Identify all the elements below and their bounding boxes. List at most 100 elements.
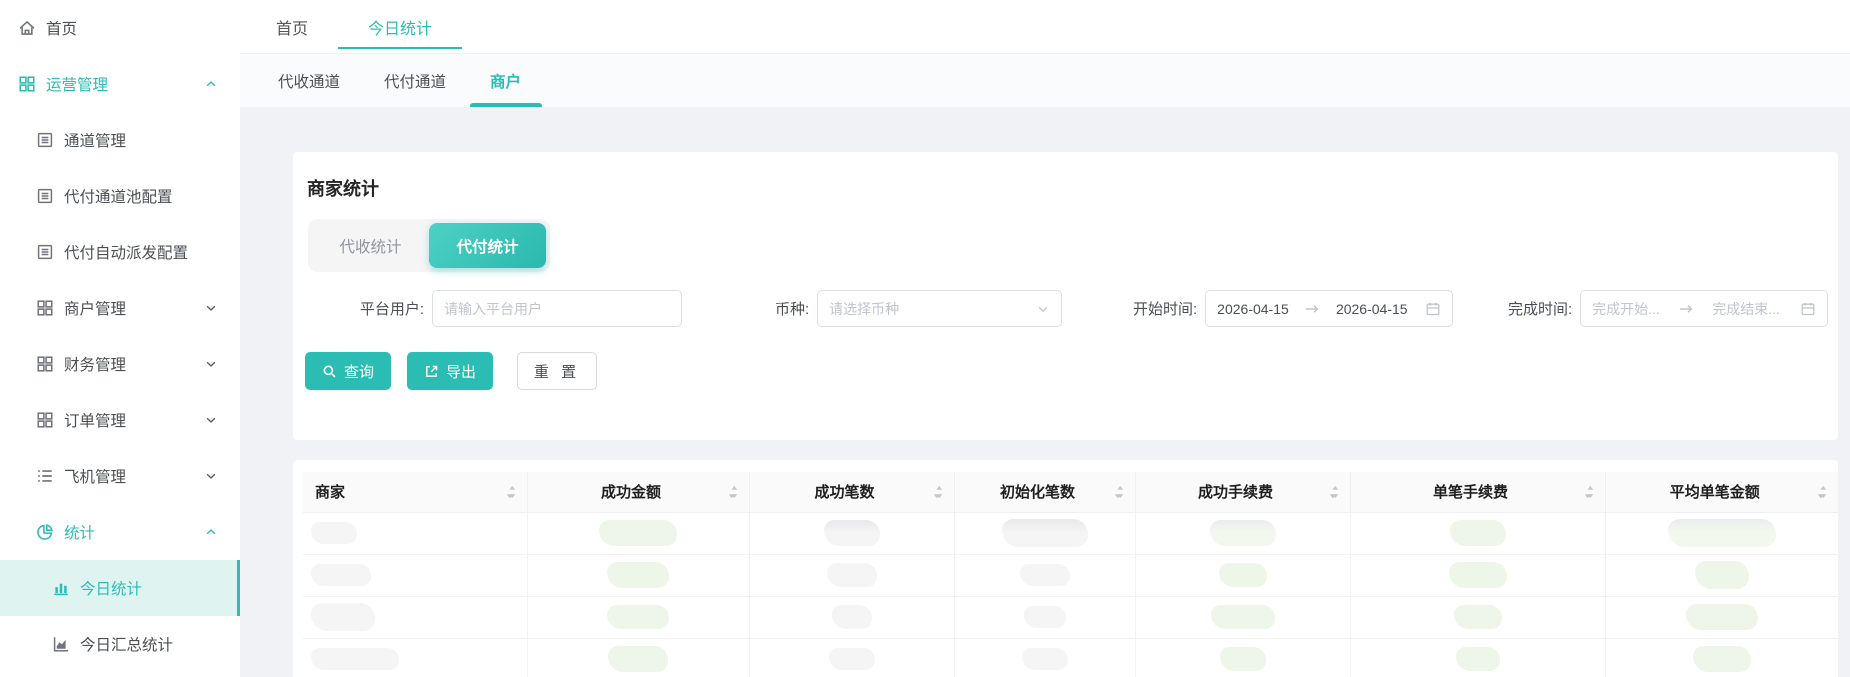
finish-date-to-placeholder[interactable]: 完成结束... bbox=[1712, 299, 1780, 319]
sidebar-item-label: 订单管理 bbox=[64, 413, 127, 430]
toggle-option-1[interactable]: 代付统计 bbox=[429, 223, 546, 268]
column-label: 成功金额 bbox=[600, 484, 661, 502]
sidebar-item-6[interactable]: 财务管理 bbox=[0, 336, 240, 392]
table-cell bbox=[303, 512, 528, 555]
secondary-tab-1[interactable]: 代付通道 bbox=[384, 54, 446, 107]
currency-select[interactable]: 请选择币种 bbox=[817, 290, 1063, 327]
column-header-0[interactable]: 商家 bbox=[303, 472, 528, 513]
sort-icon[interactable] bbox=[728, 484, 740, 499]
sidebar-item-3[interactable]: 代付通道池配置 bbox=[0, 168, 240, 224]
start-time-range-picker[interactable]: 2026-04-15 2026-04-15 bbox=[1205, 290, 1454, 327]
secondary-tab-2[interactable]: 商户 bbox=[490, 54, 521, 107]
sort-icon[interactable] bbox=[1329, 484, 1341, 499]
sidebar-item-8[interactable]: 飞机管理 bbox=[0, 448, 240, 504]
primary-tab-1[interactable]: 今日统计 bbox=[338, 0, 463, 53]
table-cell bbox=[303, 554, 528, 597]
column-header-3[interactable]: 初始化笔数 bbox=[954, 472, 1136, 513]
column-header-6[interactable]: 平均单笔金额 bbox=[1605, 472, 1838, 513]
sidebar-item-label: 财务管理 bbox=[64, 357, 127, 374]
table-row bbox=[303, 554, 1838, 597]
table-cell bbox=[1350, 554, 1606, 597]
redacted-value bbox=[311, 564, 371, 586]
primary-tab-bar: 首页 今日统计 bbox=[240, 0, 1850, 54]
redacted-value bbox=[1209, 520, 1276, 546]
table-cell bbox=[1605, 512, 1838, 555]
search-icon bbox=[322, 364, 337, 379]
redacted-value bbox=[311, 603, 375, 631]
merchant-stats-panel: 商家统计 代收统计代付统计 平台用户: 币种: 请选择币种 开始时间: 2026… bbox=[293, 152, 1838, 440]
table-cell bbox=[1135, 554, 1351, 597]
query-button[interactable]: 查询 bbox=[305, 352, 391, 390]
column-header-2[interactable]: 成功笔数 bbox=[749, 472, 955, 513]
sidebar-item-2[interactable]: 通道管理 bbox=[0, 112, 240, 168]
redacted-value bbox=[608, 646, 668, 672]
redacted-value bbox=[1219, 647, 1266, 671]
table-cell bbox=[527, 554, 750, 597]
chevron-down-icon bbox=[204, 357, 218, 371]
reset-button[interactable]: 重 置 bbox=[517, 352, 597, 390]
sidebar-item-11[interactable]: 今日汇总统计 bbox=[0, 616, 240, 672]
redacted-value bbox=[1667, 519, 1776, 547]
sort-icon[interactable] bbox=[506, 484, 518, 499]
platform-user-field[interactable] bbox=[432, 290, 682, 327]
reset-button-label: 重 置 bbox=[533, 363, 581, 381]
finish-date-from-placeholder[interactable]: 完成开始... bbox=[1592, 299, 1660, 319]
range-arrow-icon bbox=[1678, 301, 1694, 317]
sort-icon[interactable] bbox=[933, 484, 945, 499]
sidebar-item-label: 代付通道池配置 bbox=[64, 189, 173, 206]
table-cell bbox=[1135, 638, 1351, 677]
redacted-value bbox=[831, 605, 872, 629]
sort-icon[interactable] bbox=[1584, 484, 1596, 499]
secondary-tab-0[interactable]: 代收通道 bbox=[278, 54, 340, 107]
sidebar-item-10[interactable]: 今日统计 bbox=[0, 560, 240, 616]
chevron-down-icon bbox=[204, 469, 218, 483]
sort-icon[interactable] bbox=[1114, 484, 1126, 499]
calendar-icon bbox=[1425, 301, 1441, 317]
table-cell bbox=[1350, 596, 1606, 639]
sidebar-item-5[interactable]: 商户管理 bbox=[0, 280, 240, 336]
start-date-to[interactable]: 2026-04-15 bbox=[1336, 301, 1408, 317]
table-cell bbox=[749, 554, 955, 597]
start-time-label: 开始时间: bbox=[1133, 301, 1198, 318]
sidebar-item-label: 运营管理 bbox=[46, 77, 109, 94]
table-cell bbox=[303, 596, 528, 639]
table-cell bbox=[954, 638, 1136, 677]
sidebar-item-4[interactable]: 代付自动派发配置 bbox=[0, 224, 240, 280]
sidebar-item-label: 商户管理 bbox=[64, 301, 127, 318]
sidebar-item-7[interactable]: 订单管理 bbox=[0, 392, 240, 448]
platform-user-input[interactable] bbox=[444, 300, 670, 317]
redacted-value bbox=[311, 522, 357, 544]
redacted-value bbox=[823, 520, 880, 546]
bar-icon bbox=[52, 579, 70, 597]
sidebar-item-0[interactable]: 首页 bbox=[0, 0, 240, 56]
column-header-5[interactable]: 单笔手续费 bbox=[1350, 472, 1606, 513]
finish-time-range-picker[interactable]: 完成开始... 完成结束... bbox=[1580, 290, 1829, 327]
redacted-value bbox=[1019, 564, 1070, 586]
sort-icon[interactable] bbox=[1818, 484, 1829, 499]
redacted-value bbox=[1685, 604, 1758, 630]
sidebar-item-1[interactable]: 运营管理 bbox=[0, 56, 240, 112]
redacted-value bbox=[1001, 519, 1088, 547]
redacted-value bbox=[607, 562, 669, 588]
export-button[interactable]: 导出 bbox=[407, 352, 493, 390]
table-cell bbox=[527, 596, 750, 639]
redacted-value bbox=[1455, 647, 1500, 671]
doc-icon bbox=[36, 243, 54, 261]
table-cell bbox=[1135, 596, 1351, 639]
table-cell bbox=[749, 512, 955, 555]
redacted-value bbox=[1021, 648, 1068, 670]
start-date-from[interactable]: 2026-04-15 bbox=[1217, 301, 1289, 317]
page-title: 商家统计 bbox=[307, 179, 379, 199]
primary-tab-0[interactable]: 首页 bbox=[246, 0, 338, 53]
platform-user-label: 平台用户: bbox=[359, 301, 424, 318]
column-header-1[interactable]: 成功金额 bbox=[527, 472, 750, 513]
table-cell bbox=[954, 554, 1136, 597]
chevron-up-icon bbox=[204, 525, 218, 539]
column-label: 平均单笔金额 bbox=[1669, 484, 1760, 502]
redacted-value bbox=[311, 648, 399, 670]
toggle-option-0[interactable]: 代收统计 bbox=[312, 223, 429, 268]
home-icon bbox=[18, 19, 36, 37]
table-cell bbox=[1135, 512, 1351, 555]
sidebar-item-9[interactable]: 统计 bbox=[0, 504, 240, 560]
column-header-4[interactable]: 成功手续费 bbox=[1135, 472, 1351, 513]
